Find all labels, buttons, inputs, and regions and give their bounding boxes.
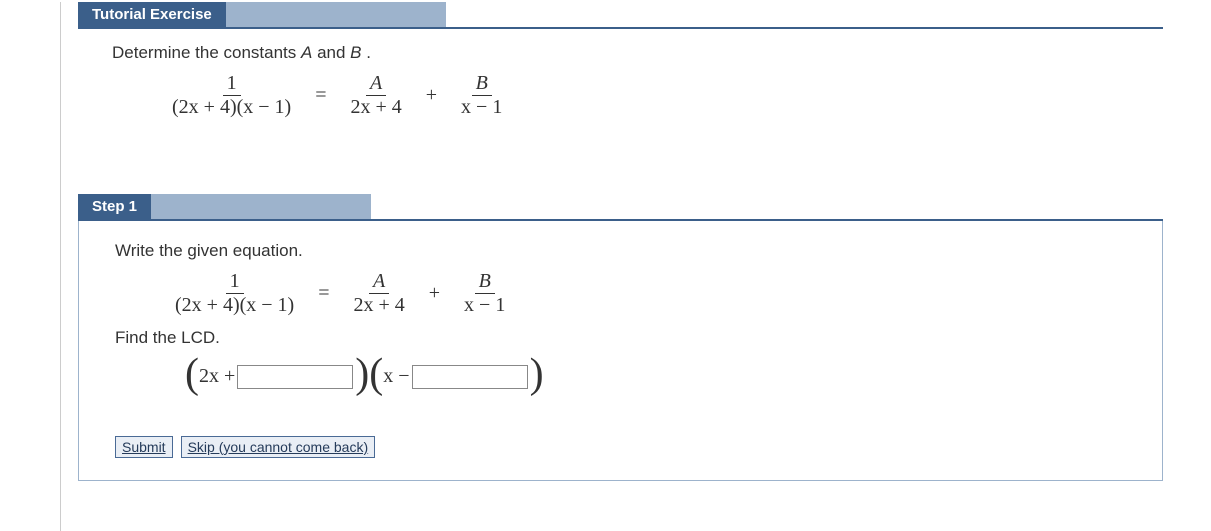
tutorial-block: Tutorial Exercise Determine the constant… [78, 2, 1163, 146]
tutorial-equation: 1 (2x + 4)(x − 1) = A 2x + 4 + B x − 1 [168, 73, 1159, 118]
step-block: Step 1 Write the given equation. 1 (2x +… [78, 194, 1163, 481]
tutorial-prompt: Determine the constants A and B . [112, 43, 1159, 63]
frac-B-2: B x − 1 [460, 271, 509, 316]
step-tab-label: Step 1 [92, 198, 137, 215]
tutorial-tab-spacer [226, 2, 446, 27]
frac-A-2-den: 2x + 4 [349, 294, 408, 316]
tutorial-prompt-text-1: Determine the constants [112, 43, 301, 62]
tutorial-prompt-text-2: and [317, 43, 350, 62]
frac-left-2-num: 1 [226, 271, 244, 294]
plus-2: + [421, 282, 448, 305]
frac-A-2-num: A [369, 271, 389, 294]
equals-2: = [310, 282, 337, 305]
frac-left-1-num: 1 [223, 73, 241, 96]
tutorial-tab: Tutorial Exercise [78, 2, 226, 27]
frac-left-2-den: (2x + 4)(x − 1) [171, 294, 298, 316]
tutorial-prompt-B: B [350, 43, 361, 62]
frac-B-2-den: x − 1 [460, 294, 509, 316]
step-tabrow: Step 1 [78, 194, 1163, 221]
frac-B-2-num: B [475, 271, 495, 294]
frac-A-2: A 2x + 4 [349, 271, 408, 316]
frac-A-1-num: A [366, 73, 386, 96]
step-line-2: Find the LCD. [115, 328, 1158, 348]
lcd-expression: ( 2x + ) ( x − ) [185, 358, 1158, 396]
frac-A-1-den: 2x + 4 [346, 96, 405, 118]
tutorial-prompt-text-3: . [366, 43, 371, 62]
plus-1: + [418, 84, 445, 107]
lcd-input-2[interactable] [412, 365, 528, 389]
frac-left-1-den: (2x + 4)(x − 1) [168, 96, 295, 118]
paren-open-2: ( [369, 356, 383, 394]
paren-open-1: ( [185, 356, 199, 394]
frac-left-2: 1 (2x + 4)(x − 1) [171, 271, 298, 316]
tutorial-tab-label: Tutorial Exercise [92, 6, 212, 23]
step-equation: 1 (2x + 4)(x − 1) = A 2x + 4 + B x − 1 [171, 271, 1158, 316]
step-tab: Step 1 [78, 194, 151, 219]
tutorial-body: Determine the constants A and B . 1 (2x … [78, 29, 1163, 146]
frac-B-1: B x − 1 [457, 73, 506, 118]
step-tab-spacer [151, 194, 371, 219]
frac-A-1: A 2x + 4 [346, 73, 405, 118]
step-body: Write the given equation. 1 (2x + 4)(x −… [78, 221, 1163, 481]
skip-button[interactable]: Skip (you cannot come back) [181, 436, 376, 458]
tutorial-tabrow: Tutorial Exercise [78, 2, 1163, 29]
paren-close-1: ) [355, 356, 369, 394]
tutorial-prompt-A: A [301, 43, 312, 62]
step-line-1: Write the given equation. [115, 241, 1158, 261]
lcd-input-1[interactable] [237, 365, 353, 389]
lcd-term-2: x − [383, 365, 409, 388]
paren-close-2: ) [530, 356, 544, 394]
frac-B-1-den: x − 1 [457, 96, 506, 118]
button-row: Submit Skip (you cannot come back) [115, 436, 1158, 458]
submit-button[interactable]: Submit [115, 436, 173, 458]
frac-left-1: 1 (2x + 4)(x − 1) [168, 73, 295, 118]
left-guideline [60, 2, 61, 531]
equals-1: = [307, 84, 334, 107]
lcd-term-1: 2x + [199, 365, 235, 388]
frac-B-1-num: B [472, 73, 492, 96]
